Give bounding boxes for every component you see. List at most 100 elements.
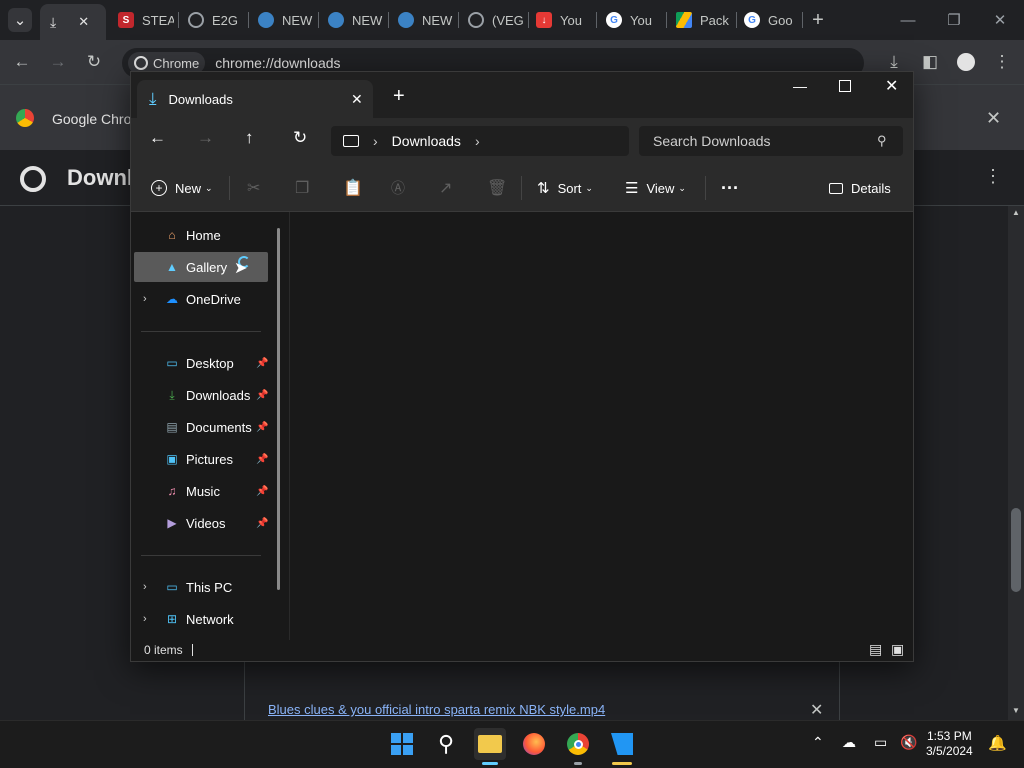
pin-icon[interactable]: 📌 xyxy=(256,390,268,401)
chrome-taskbar-icon[interactable] xyxy=(562,728,594,760)
chevron-right-icon[interactable]: › xyxy=(143,293,147,305)
share-icon[interactable]: ↗ xyxy=(439,174,452,202)
nav-item-onedrive[interactable]: › ☁ OneDrive xyxy=(134,284,268,314)
infobar-close-icon[interactable]: ✕ xyxy=(986,108,1001,129)
nav-item-documents[interactable]: ▤ Documents 📌 xyxy=(134,412,268,442)
remove-download-icon[interactable]: ✕ xyxy=(810,700,823,720)
file-list-area[interactable] xyxy=(289,212,913,640)
view-button[interactable]: ☰ View ⌄ xyxy=(625,174,686,202)
drive-icon xyxy=(676,12,692,28)
pin-icon[interactable]: 📌 xyxy=(256,486,268,497)
download-file-link[interactable]: Blues clues & you official intro sparta … xyxy=(268,702,605,717)
tab-item[interactable]: NEW xyxy=(398,6,454,34)
pin-icon[interactable]: 📌 xyxy=(256,454,268,465)
chevron-right-icon[interactable]: › xyxy=(373,133,378,149)
notifications-bell-icon[interactable]: 🔔 xyxy=(988,734,1007,752)
maximize-button[interactable] xyxy=(839,80,851,92)
tab-item[interactable]: G You xyxy=(606,6,662,34)
nav-item-pictures[interactable]: ▣ Pictures 📌 xyxy=(134,444,268,474)
pin-icon[interactable]: 📌 xyxy=(256,518,268,529)
nav-item-desktop[interactable]: ▭ Desktop 📌 xyxy=(134,348,268,378)
forward-button[interactable]: → xyxy=(197,128,214,148)
delete-icon[interactable]: 🗑 xyxy=(487,174,507,202)
more-actions-icon[interactable]: ⋮ xyxy=(984,166,1002,187)
start-button[interactable] xyxy=(386,728,418,760)
up-button[interactable]: ↑ xyxy=(245,128,254,148)
details-view-icon[interactable]: ▤ xyxy=(869,641,882,658)
new-button[interactable]: + New ⌄ xyxy=(151,174,213,202)
edge-icon xyxy=(258,12,274,28)
taskbar-search-icon[interactable]: ⚲ xyxy=(430,728,462,760)
paste-icon[interactable]: 📋 xyxy=(343,174,363,202)
file-explorer-taskbar-icon[interactable] xyxy=(474,728,506,760)
steam-icon: S xyxy=(118,12,134,28)
tab-item[interactable]: (VEG xyxy=(468,6,524,34)
video-editor-icon xyxy=(611,733,633,755)
tab-item[interactable]: ↓ You xyxy=(536,6,592,34)
tab-item[interactable]: E2G xyxy=(188,6,244,34)
nav-item-music[interactable]: ♫ Music 📌 xyxy=(134,476,269,506)
copy-icon[interactable]: ❐ xyxy=(295,174,309,202)
firefox-taskbar-icon[interactable] xyxy=(518,728,550,760)
chevron-right-icon[interactable]: › xyxy=(475,133,480,149)
close-window-button[interactable]: ✕ xyxy=(988,8,1012,32)
tab-item[interactable]: NEW xyxy=(258,6,314,34)
search-input[interactable]: Search Downloads xyxy=(653,133,771,149)
back-button[interactable]: ← xyxy=(8,48,36,76)
details-button[interactable]: Details xyxy=(829,174,891,202)
nav-scrollbar[interactable] xyxy=(277,228,280,590)
onedrive-status-icon[interactable]: ☁ xyxy=(842,734,856,751)
show-hidden-icons-icon[interactable]: ⌃ xyxy=(812,734,824,751)
nav-item-downloads[interactable]: ⤓ Downloads 📌 xyxy=(134,380,268,410)
refresh-button[interactable]: ↻ xyxy=(293,128,307,148)
explorer-tab[interactable]: ⤓ Downloads ✕ xyxy=(137,80,373,118)
new-tab-button[interactable]: + xyxy=(393,85,405,108)
forward-button[interactable]: → xyxy=(44,48,72,76)
tab-close-icon[interactable]: ✕ xyxy=(78,14,89,30)
scrollbar-thumb[interactable] xyxy=(1011,508,1021,592)
tab-downloads[interactable]: ⤓ ✕ xyxy=(40,4,106,40)
tab-item[interactable]: S STEA xyxy=(118,6,174,34)
side-panel-icon[interactable]: ◧ xyxy=(916,48,944,76)
new-tab-button[interactable]: + xyxy=(806,8,830,32)
rename-icon[interactable]: Ⓐ xyxy=(391,174,405,202)
network-status-icon[interactable]: ▭ xyxy=(874,734,887,751)
nav-item-videos[interactable]: ▶ Videos 📌 xyxy=(134,508,268,538)
breadcrumb[interactable]: › Downloads › xyxy=(331,126,629,156)
chevron-right-icon[interactable]: › xyxy=(143,613,147,625)
search-box[interactable]: Search Downloads ⚲ xyxy=(639,126,903,156)
volume-muted-icon[interactable]: 🔇 xyxy=(900,734,917,751)
tab-close-icon[interactable]: ✕ xyxy=(351,91,363,108)
editor-taskbar-icon[interactable] xyxy=(606,728,638,760)
chrome-menu-icon[interactable]: ⋮ xyxy=(988,48,1016,76)
chrome-logo-icon xyxy=(134,56,148,70)
tab-item[interactable]: G Goo xyxy=(744,6,800,34)
cut-icon[interactable]: ✂ xyxy=(247,174,260,202)
profile-avatar-icon[interactable] xyxy=(952,48,980,76)
close-window-button[interactable]: ✕ xyxy=(885,76,898,96)
nav-item-gallery[interactable]: ▲ Gallery ➤ xyxy=(134,252,268,282)
breadcrumb-item[interactable]: Downloads xyxy=(392,133,461,149)
pin-icon[interactable]: 📌 xyxy=(256,358,268,369)
minimize-button[interactable]: — xyxy=(896,8,920,32)
tab-item[interactable]: NEW xyxy=(328,6,384,34)
nav-label: Home xyxy=(186,227,221,243)
nav-item-home[interactable]: ⌂ Home xyxy=(134,220,268,250)
taskbar-clock[interactable]: 1:53 PM 3/5/2024 xyxy=(926,729,973,759)
nav-item-network[interactable]: › ⊞ Network xyxy=(134,604,268,634)
pin-icon[interactable]: 📌 xyxy=(256,422,268,433)
this-pc-icon: ▭ xyxy=(166,580,178,594)
reload-button[interactable]: ↻ xyxy=(80,48,108,76)
large-icons-view-icon[interactable]: ▣ xyxy=(891,641,904,658)
tab-search-button[interactable]: ⌄ xyxy=(8,8,32,32)
tab-item[interactable]: Pack xyxy=(676,6,732,34)
nav-item-this-pc[interactable]: › ▭ This PC xyxy=(134,572,268,602)
more-options-icon[interactable]: ··· xyxy=(721,174,739,202)
back-button[interactable]: ← xyxy=(149,128,166,148)
restore-button[interactable]: ❐ xyxy=(942,8,966,32)
page-scrollbar[interactable]: ▲ ▼ xyxy=(1008,206,1024,720)
url-text[interactable]: chrome://downloads xyxy=(215,55,340,71)
sort-button[interactable]: ⇅ Sort ⌄ xyxy=(537,174,593,202)
chevron-right-icon[interactable]: › xyxy=(143,581,147,593)
minimize-button[interactable]: — xyxy=(793,78,807,94)
